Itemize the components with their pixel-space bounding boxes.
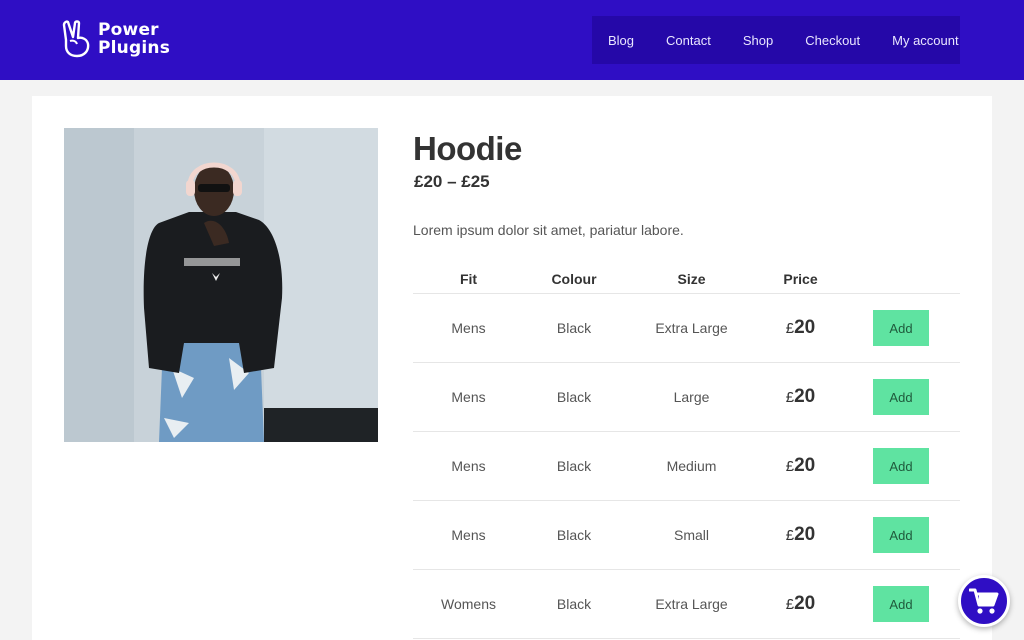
header-colour[interactable]: Colour bbox=[524, 271, 624, 287]
header-size[interactable]: Size bbox=[624, 271, 759, 287]
add-to-cart-button[interactable]: Add bbox=[873, 448, 929, 484]
product-title: Hoodie bbox=[413, 130, 522, 167]
price-amount: 20 bbox=[794, 455, 816, 476]
nav-contact[interactable]: Contact bbox=[666, 33, 711, 48]
cell-price: £20 bbox=[759, 593, 842, 615]
cell-fit: Mens bbox=[451, 320, 486, 336]
floating-cart-button[interactable] bbox=[958, 575, 1010, 627]
nav-shop[interactable]: Shop bbox=[743, 33, 773, 48]
site-header: Power Plugins Blog Contact Shop Checkout… bbox=[0, 0, 1024, 80]
cell-colour: Black bbox=[556, 320, 592, 336]
cell-fit: Mens bbox=[451, 389, 486, 405]
header-fit[interactable]: Fit bbox=[413, 271, 524, 287]
table-row: Mens Black Large £20 Add bbox=[413, 363, 960, 432]
add-to-cart-button[interactable]: Add bbox=[873, 517, 929, 553]
cell-size: Large bbox=[673, 389, 710, 405]
currency-symbol: £ bbox=[785, 320, 795, 337]
cell-fit: Mens bbox=[451, 458, 486, 474]
currency-symbol: £ bbox=[785, 389, 795, 406]
cell-colour: Black bbox=[556, 389, 592, 405]
brand-line-2: Plugins bbox=[98, 38, 171, 58]
product-price-range: £20 – £25 bbox=[414, 172, 490, 191]
nav-blog[interactable]: Blog bbox=[608, 33, 634, 48]
table-row: Mens Black Extra Large £20 Add bbox=[413, 294, 960, 363]
currency-symbol: £ bbox=[785, 596, 795, 613]
header-price[interactable]: Price bbox=[759, 271, 842, 287]
cell-size: Medium bbox=[666, 458, 717, 474]
cell-price: £20 bbox=[759, 524, 842, 546]
nav-checkout[interactable]: Checkout bbox=[805, 33, 860, 48]
product-image[interactable] bbox=[64, 128, 378, 442]
cell-size: Extra Large bbox=[655, 320, 728, 336]
nav-my-account[interactable]: My account bbox=[892, 33, 958, 48]
cell-colour: Black bbox=[556, 596, 592, 612]
cell-fit: Mens bbox=[451, 527, 486, 543]
cell-size: Extra Large bbox=[655, 596, 728, 612]
cell-fit: Womens bbox=[441, 596, 496, 612]
cell-price: £20 bbox=[759, 455, 842, 477]
add-to-cart-button[interactable]: Add bbox=[873, 310, 929, 346]
table-row: Mens Black Small £20 Add bbox=[413, 501, 960, 570]
price-amount: 20 bbox=[794, 317, 816, 338]
product-card: Hoodie £20 – £25 Lorem ipsum dolor sit a… bbox=[32, 96, 992, 640]
cell-price: £20 bbox=[759, 317, 842, 339]
table-row: Mens Black Medium £20 Add bbox=[413, 432, 960, 501]
cell-size: Small bbox=[673, 527, 709, 543]
price-amount: 20 bbox=[794, 593, 816, 614]
cell-colour: Black bbox=[556, 527, 592, 543]
currency-symbol: £ bbox=[785, 458, 795, 475]
product-description: Lorem ipsum dolor sit amet, pariatur lab… bbox=[413, 222, 684, 238]
peace-hand-icon bbox=[62, 20, 90, 58]
brand-logo[interactable]: Power Plugins bbox=[62, 20, 170, 58]
add-to-cart-button[interactable]: Add bbox=[873, 379, 929, 415]
brand-line-1: Power bbox=[98, 20, 159, 40]
add-to-cart-button[interactable]: Add bbox=[873, 586, 929, 622]
cell-colour: Black bbox=[556, 458, 592, 474]
table-header: Fit Colour Size Price bbox=[413, 264, 960, 294]
cell-price: £20 bbox=[759, 386, 842, 408]
shopping-cart-icon bbox=[969, 588, 999, 614]
price-amount: 20 bbox=[794, 386, 816, 407]
price-amount: 20 bbox=[794, 524, 816, 545]
currency-symbol: £ bbox=[785, 527, 795, 544]
main-nav: Blog Contact Shop Checkout My account bbox=[592, 16, 960, 64]
variations-table: Fit Colour Size Price Mens Black Extra L… bbox=[413, 264, 960, 639]
table-row: Womens Black Extra Large £20 Add bbox=[413, 570, 960, 639]
product-photo-illustration bbox=[64, 128, 378, 442]
